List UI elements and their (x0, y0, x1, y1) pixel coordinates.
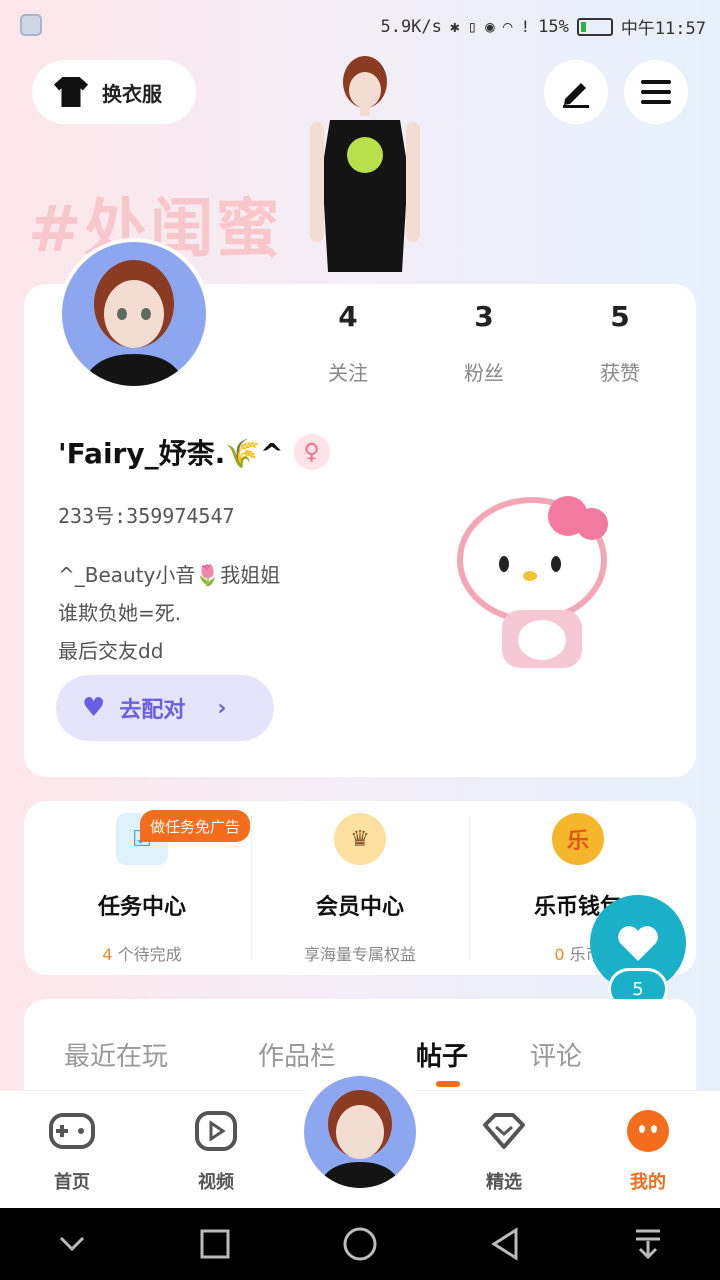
task-count: 4 (102, 945, 113, 964)
coin-icon: 乐 (552, 813, 604, 865)
nav-home[interactable]: 首页 (22, 1108, 122, 1194)
chevron-down-icon[interactable] (57, 1234, 87, 1254)
vibrate-icon: ▯ (467, 17, 478, 36)
tab-indicator (436, 1081, 460, 1087)
stat-fans[interactable]: 3 粉丝 (424, 300, 544, 386)
clock: 中午11:57 (620, 19, 706, 39)
task-center-title: 任务中心 (97, 895, 186, 920)
wardrobe-button[interactable]: 换衣服 (32, 60, 196, 124)
battery-icon (576, 17, 613, 36)
nav-label: 精选 (486, 1172, 522, 1193)
face-icon (623, 1108, 673, 1154)
stat-value: 4 (338, 300, 358, 333)
crown-icon: ♛ (334, 813, 386, 865)
bio-line: 最后交友dd (58, 639, 164, 663)
app-notification-icon (20, 14, 42, 36)
double-heart-icon: ♥ (82, 693, 106, 723)
play-icon (191, 1108, 241, 1154)
hamburger-icon (641, 80, 671, 104)
stat-label: 关注 (328, 361, 368, 385)
status-bar: 5.9K/s ✱ ▯ ◉ ◠ ! 15% 中午11:57 (0, 0, 720, 52)
bio: ^_Beauty小音🌷我姐姐 谁欺负她=死. 最后交友dd (58, 556, 388, 670)
ad-free-badge[interactable]: 做任务免广告 (140, 810, 251, 842)
system-nav-bar (0, 1208, 720, 1280)
sim-alert-icon: ! (520, 17, 531, 36)
chevron-right-icon: › (217, 695, 227, 721)
center-avatar-button[interactable] (304, 1076, 416, 1188)
heart-diamond-icon (479, 1108, 529, 1154)
stat-label: 获赞 (600, 361, 640, 385)
stat-label: 粉丝 (464, 361, 504, 385)
stat-likes[interactable]: 5 获赞 (560, 300, 680, 386)
net-speed: 5.9K/s (380, 16, 442, 37)
task-center-sub: 4 个待完成 (30, 941, 254, 965)
eye-icon: ◉ (485, 17, 495, 36)
nickname: 'Fairy_妤柰.🌾^ (58, 437, 284, 470)
stat-value: 5 (610, 300, 630, 333)
edit-button[interactable] (544, 60, 608, 124)
wardrobe-label: 换衣服 (102, 81, 162, 106)
profile-avatar[interactable] (58, 238, 210, 390)
stat-following[interactable]: 4 关注 (288, 300, 408, 386)
tab-recent-play[interactable]: 最近在玩 (64, 1036, 168, 1073)
wifi-icon: ◠ (502, 17, 513, 36)
nickname-row: 'Fairy_妤柰.🌾^ ♀ (58, 432, 330, 472)
nav-label: 我的 (630, 1172, 666, 1193)
vip-center-sub: 享海量专属权益 (303, 945, 416, 964)
tab-comments[interactable]: 评论 (530, 1036, 582, 1073)
nav-label: 首页 (54, 1172, 90, 1193)
nav-featured[interactable]: 精选 (454, 1108, 554, 1194)
square-recents-icon[interactable] (200, 1229, 230, 1259)
circle-home-icon[interactable] (343, 1227, 377, 1261)
user-id[interactable]: 233号:359974547 (58, 500, 235, 529)
battery-percent: 15% (538, 16, 569, 37)
female-icon: ♀ (293, 434, 330, 470)
status-right: 5.9K/s ✱ ▯ ◉ ◠ ! 15% 中午11:57 (380, 14, 706, 40)
hello-kitty-sticker (457, 496, 608, 668)
pen-icon (563, 83, 589, 108)
bio-line: 谁欺负她=死. (58, 601, 182, 625)
tab-works[interactable]: 作品栏 (258, 1036, 336, 1073)
match-button[interactable]: ♥ 去配对 › (56, 675, 274, 741)
shirt-icon (54, 77, 88, 107)
heart-icon (618, 926, 658, 961)
tab-posts[interactable]: 帖子 (416, 1036, 468, 1073)
bio-line: ^_Beauty小音🌷我姐姐 (58, 563, 281, 587)
nav-mine[interactable]: 我的 (598, 1108, 698, 1194)
nav-label: 视频 (198, 1172, 234, 1193)
stat-value: 3 (474, 300, 494, 333)
nav-video[interactable]: 视频 (166, 1108, 266, 1194)
coin-count: 0 (554, 945, 565, 964)
match-label: 去配对 (119, 698, 186, 723)
notification-pull-icon[interactable] (633, 1227, 663, 1261)
triangle-back-icon[interactable] (490, 1227, 520, 1261)
bluetooth-icon: ✱ (449, 17, 460, 36)
task-sub-text: 个待完成 (117, 945, 182, 964)
vip-center[interactable]: ♛ 会员中心 享海量专属权益 (248, 801, 472, 975)
avatar-figure[interactable] (290, 50, 440, 280)
menu-button[interactable] (624, 60, 688, 124)
gamepad-icon (47, 1108, 97, 1154)
vip-center-title: 会员中心 (315, 895, 404, 920)
